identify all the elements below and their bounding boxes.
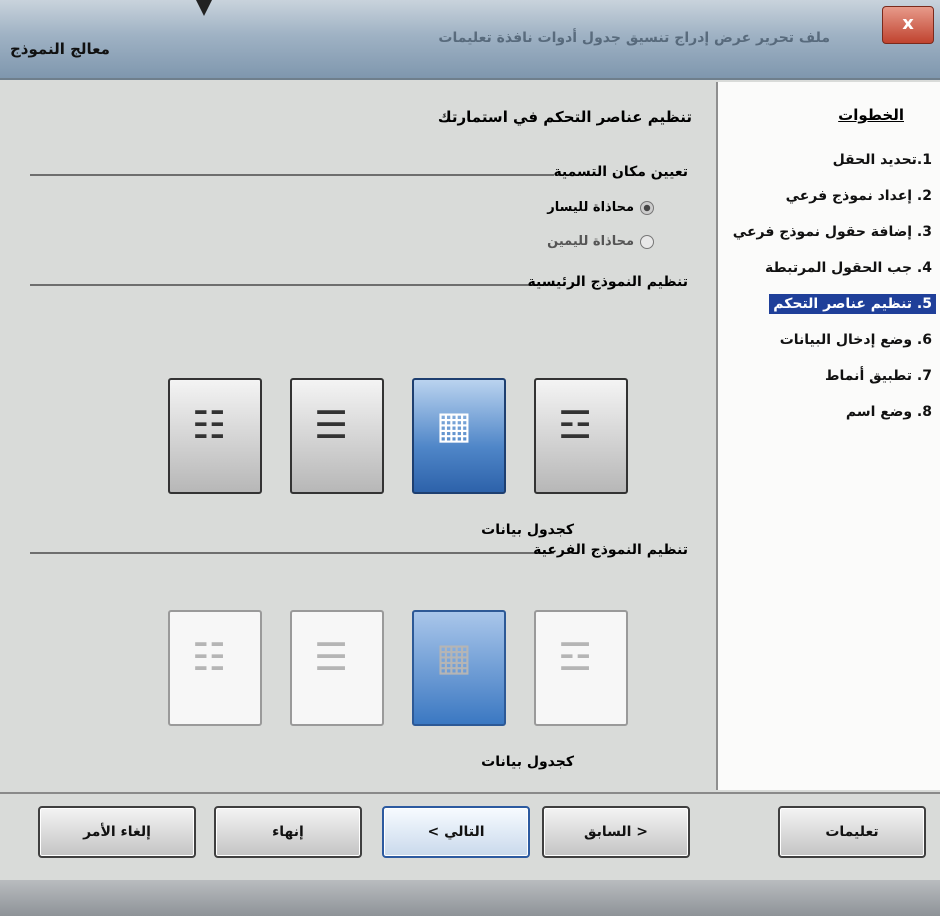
- sub-layout-blocks[interactable]: ☲: [534, 610, 628, 726]
- columnar-top-labels-icon: ☰: [314, 403, 349, 447]
- sub-form-divider: [30, 552, 554, 554]
- step-3[interactable]: 3. إضافة حقول نموذج فرعي: [729, 222, 936, 242]
- step-7[interactable]: 7. تطبيق أنماط: [821, 366, 936, 386]
- mouse-pointer-icon: [196, 0, 212, 16]
- status-bar: [0, 880, 940, 916]
- next-button[interactable]: التالي >: [382, 806, 530, 858]
- radio-selected-icon[interactable]: [640, 200, 654, 215]
- radio-align-right-label: محاذاة لليمين: [547, 234, 634, 249]
- radio-unselected-icon[interactable]: [640, 234, 654, 249]
- blocks-icon: ☲: [558, 635, 593, 679]
- blocks-icon: ☲: [558, 403, 593, 447]
- main-pane: تنظيم عناصر التحكم في استمارتك تعيين مكا…: [14, 82, 714, 790]
- sub-layout-columnar-top[interactable]: ☰: [290, 610, 384, 726]
- finish-button[interactable]: إنهاء: [214, 806, 362, 858]
- step-1[interactable]: 1.تحديد الحقل: [829, 150, 936, 170]
- step-5-active[interactable]: 5. تنظيم عناصر التحكم: [769, 294, 936, 314]
- step-2[interactable]: 2. إعداد نموذج فرعي: [782, 186, 936, 206]
- main-layout-blocks[interactable]: ☲: [534, 378, 628, 494]
- back-button[interactable]: < السابق: [542, 806, 690, 858]
- sub-form-layouts: ☷ ☰ ▦ ☲: [168, 610, 628, 726]
- columnar-left-labels-icon: ☷: [192, 403, 227, 447]
- label-position-divider: [30, 174, 554, 176]
- sub-layout-datasheet[interactable]: ▦: [412, 610, 506, 726]
- sub-layout-caption: كجدول بيانات: [481, 754, 574, 770]
- main-form-legend: تنظيم النموذج الرئيسية: [527, 274, 688, 290]
- main-form-layouts: ☷ ☰ ▦ ☲: [168, 378, 628, 494]
- main-form-divider: [30, 284, 554, 286]
- steps-pane: الخطوات 1.تحديد الحقل 2. إعداد نموذج فرع…: [716, 82, 940, 790]
- cancel-button[interactable]: إلغاء الأمر: [38, 806, 196, 858]
- main-layout-columnar-left[interactable]: ☷: [168, 378, 262, 494]
- radio-align-left[interactable]: محاذاة لليسار: [547, 200, 654, 215]
- datasheet-icon: ▦: [436, 635, 472, 679]
- steps-title: الخطوات: [838, 106, 904, 124]
- main-layout-columnar-top[interactable]: ☰: [290, 378, 384, 494]
- button-bar-divider: [0, 792, 940, 794]
- columnar-top-labels-icon: ☰: [314, 635, 349, 679]
- sub-layout-columnar-left[interactable]: ☷: [168, 610, 262, 726]
- label-position-legend: تعيين مكان التسمية: [553, 164, 688, 180]
- background-menu-bar: ملف تحرير عرض إدراج تنسيق جدول أدوات ناف…: [438, 30, 830, 46]
- step-4[interactable]: 4. جب الحقول المرتبطة: [761, 258, 936, 278]
- main-layout-datasheet[interactable]: ▦: [412, 378, 506, 494]
- radio-align-right[interactable]: محاذاة لليمين: [547, 234, 654, 249]
- step-8[interactable]: 8. وضع اسم: [842, 402, 936, 422]
- step-6[interactable]: 6. وضع إدخال البيانات: [776, 330, 936, 350]
- main-layout-caption: كجدول بيانات: [481, 522, 574, 538]
- columnar-left-labels-icon: ☷: [192, 635, 227, 679]
- title-bar: معالج النموذج ملف تحرير عرض إدراج تنسيق …: [0, 0, 940, 80]
- radio-align-left-label: محاذاة لليسار: [547, 200, 634, 215]
- datasheet-icon: ▦: [436, 403, 472, 447]
- close-button[interactable]: x: [882, 6, 934, 44]
- window-title: معالج النموذج: [10, 40, 110, 58]
- help-button[interactable]: تعليمات: [778, 806, 926, 858]
- sub-form-legend: تنظيم النموذج الفرعية: [533, 542, 688, 558]
- page-heading: تنظيم عناصر التحكم في استمارتك: [437, 108, 692, 126]
